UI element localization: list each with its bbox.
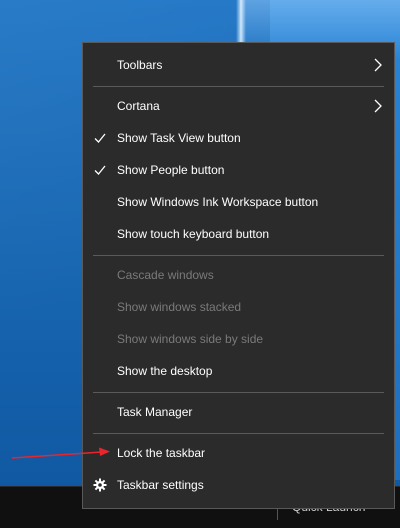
chevron-right-icon (374, 99, 382, 113)
menu-item-toolbars[interactable]: Toolbars (83, 50, 394, 80)
menu-item-show-touch-keyboard[interactable]: Show touch keyboard button (83, 219, 394, 249)
menu-item-show-people[interactable]: Show People button (83, 155, 394, 185)
menu-item-label: Task Manager (117, 405, 193, 419)
menu-item-label: Lock the taskbar (117, 446, 206, 460)
menu-item-label: Toolbars (117, 58, 163, 72)
menu-item-show-ink-workspace[interactable]: Show Windows Ink Workspace button (83, 187, 394, 217)
gear-icon (93, 478, 107, 492)
chevron-right-icon (374, 58, 382, 72)
menu-item-cortana[interactable]: Cortana (83, 91, 394, 121)
menu-item-show-windows-side-by-side: Show windows side by side (83, 324, 394, 354)
menu-separator (93, 433, 384, 434)
menu-item-label: Show the desktop (117, 364, 213, 378)
menu-item-task-manager[interactable]: Task Manager (83, 397, 394, 427)
menu-item-label: Cortana (117, 99, 160, 113)
menu-item-cascade-windows: Cascade windows (83, 260, 394, 290)
check-icon (94, 133, 106, 143)
menu-item-label: Show touch keyboard button (117, 227, 270, 241)
menu-item-label: Show Task View button (117, 131, 241, 145)
menu-item-label: Show windows stacked (117, 300, 242, 314)
menu-separator (93, 392, 384, 393)
menu-item-label: Show People button (117, 163, 225, 177)
menu-item-taskbar-settings[interactable]: Taskbar settings (83, 470, 394, 500)
menu-item-label: Taskbar settings (117, 478, 204, 492)
menu-item-label: Cascade windows (117, 268, 214, 282)
menu-separator (93, 86, 384, 87)
taskbar-context-menu: Toolbars Cortana Show Task View button S… (82, 42, 395, 509)
menu-item-label: Show Windows Ink Workspace button (117, 195, 319, 209)
menu-item-lock-taskbar[interactable]: Lock the taskbar (83, 438, 394, 468)
check-icon (94, 165, 106, 175)
menu-item-show-task-view[interactable]: Show Task View button (83, 123, 394, 153)
menu-item-show-windows-stacked: Show windows stacked (83, 292, 394, 322)
menu-item-label: Show windows side by side (117, 332, 264, 346)
menu-separator (93, 255, 384, 256)
red-arrow-annotation (11, 447, 110, 459)
menu-item-show-desktop[interactable]: Show the desktop (83, 356, 394, 386)
